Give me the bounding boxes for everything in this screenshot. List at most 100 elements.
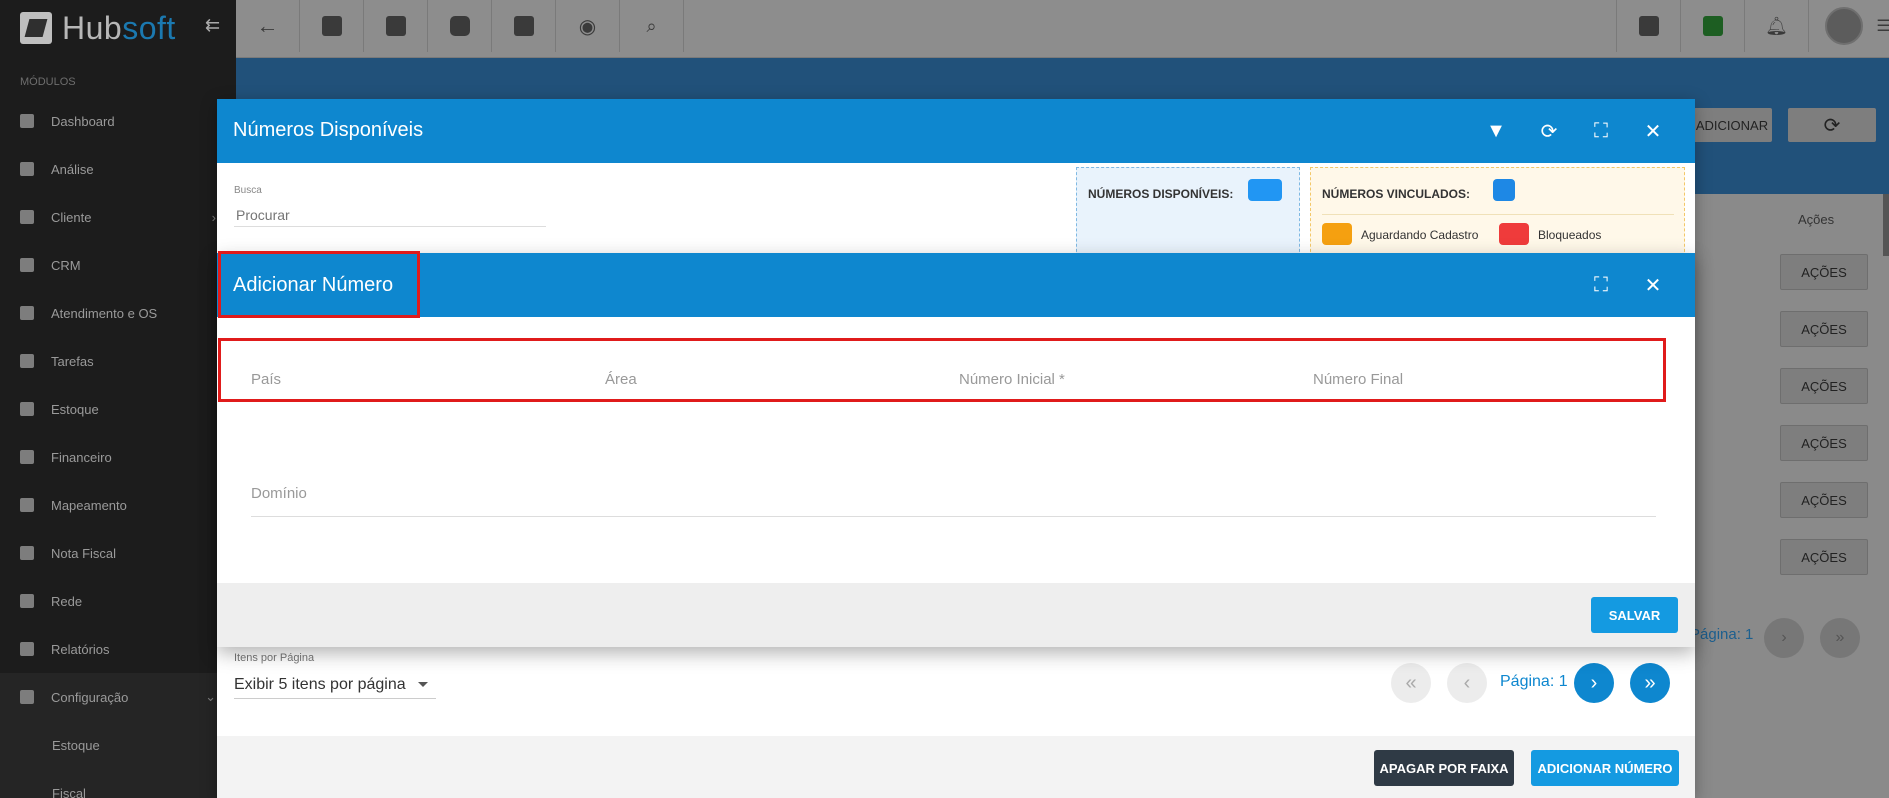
chevron-right-icon: ›: [1590, 671, 1598, 694]
inner-modal-title: Adicionar Número: [233, 274, 394, 296]
bg-acoes-button[interactable]: AÇÕES: [1780, 311, 1868, 347]
filter-icon[interactable]: ▼: [1482, 117, 1510, 145]
next-page-button[interactable]: ›: [1574, 663, 1614, 703]
bg-acoes-button[interactable]: AÇÕES: [1780, 254, 1868, 290]
gear-icon: [20, 690, 34, 704]
sidebar-item-financeiro[interactable]: Financeiro: [0, 433, 236, 481]
sidebar-item-tarefas[interactable]: Tarefas: [0, 337, 236, 385]
map-pin-icon: [20, 498, 34, 512]
bloqueado-color-chip: [1499, 223, 1529, 245]
fullscreen-icon[interactable]: ⛶: [1587, 271, 1615, 299]
menu-button[interactable]: ☰: [1876, 0, 1889, 52]
chat-button[interactable]: [1680, 0, 1744, 52]
search-icon: ⌕: [646, 15, 657, 36]
prev-page-button[interactable]: ‹: [1447, 663, 1487, 703]
first-page-button[interactable]: «: [1391, 663, 1431, 703]
avatar: [1824, 7, 1863, 45]
busca-label: Busca: [234, 185, 262, 196]
hubsoft-logo[interactable]: Hubsoft: [20, 9, 176, 47]
sidebar-item-configuracao[interactable]: Configuração ⌄: [0, 673, 236, 721]
sidebar-item-rede[interactable]: Rede: [0, 577, 236, 625]
pais-field[interactable]: País: [251, 371, 281, 388]
page-scrollbar[interactable]: [1883, 194, 1889, 256]
calendar-clock-icon: [385, 16, 406, 36]
chevron-right-icon: ›: [1781, 629, 1787, 646]
pdf-button[interactable]: [1616, 0, 1680, 52]
area-field[interactable]: Área: [605, 371, 637, 388]
finance-button[interactable]: [428, 0, 492, 52]
inner-modal-header: Adicionar Número ⛶ ✕: [217, 251, 1695, 318]
sidebar-item-estoque[interactable]: Estoque: [0, 385, 236, 433]
sidebar-item-relatorios[interactable]: Relatórios: [0, 625, 236, 673]
bg-acoes-button[interactable]: AÇÕES: [1780, 368, 1868, 404]
refresh-icon: ⟳: [1823, 114, 1841, 137]
numero-final-field[interactable]: Número Final: [1313, 371, 1403, 388]
top-toolbar: ← ◉ ⌕ 🔔︎ ☰: [236, 0, 1889, 58]
double-chevron-right-icon: »: [1835, 629, 1845, 646]
legend-bloqueados-label: Bloqueados: [1538, 228, 1602, 242]
vinculado-color-chip: [1493, 179, 1515, 201]
bg-next-page-button[interactable]: ›: [1764, 618, 1804, 658]
legend-disponiveis: NÚMEROS DISPONÍVEIS:: [1076, 167, 1300, 257]
inner-modal-footer: [217, 583, 1695, 647]
numero-inicial-field[interactable]: Número Inicial *: [959, 371, 1065, 388]
chevron-left-icon: ‹: [1463, 671, 1471, 694]
itens-por-pagina-select[interactable]: Exibir 5 itens por página: [234, 671, 436, 699]
money-icon: [20, 450, 34, 464]
close-icon[interactable]: ✕: [1639, 271, 1667, 299]
close-icon[interactable]: ✕: [1639, 117, 1667, 145]
legend-disponiveis-label: NÚMEROS DISPONÍVEIS:: [1088, 187, 1234, 201]
contacts-button[interactable]: [300, 0, 364, 52]
refresh-icon[interactable]: ⟳: [1535, 117, 1563, 145]
collapse-sidebar-icon[interactable]: ⇇: [205, 15, 220, 36]
sidebar: Hubsoft ⇇ MÓDULOS Dashboard Análise Clie…: [0, 0, 236, 798]
search-button[interactable]: ⌕: [620, 0, 684, 52]
sidebar-subitem-estoque[interactable]: Estoque: [0, 721, 236, 769]
itens-por-pagina-label: Itens por Página: [234, 652, 315, 664]
back-button[interactable]: ←: [236, 0, 300, 52]
sidebar-item-analise[interactable]: Análise: [0, 145, 236, 193]
menu-icon: ☰: [1876, 18, 1889, 35]
bg-acoes-button[interactable]: AÇÕES: [1780, 539, 1868, 575]
sidebar-item-atendimento[interactable]: Atendimento e OS: [0, 289, 236, 337]
salvar-button[interactable]: SALVAR: [1591, 597, 1678, 633]
terminal-button[interactable]: [492, 0, 556, 52]
document-icon: [20, 546, 34, 560]
last-page-button[interactable]: »: [1630, 663, 1670, 703]
dominio-field[interactable]: Domínio: [251, 485, 307, 502]
divider: [1322, 214, 1674, 215]
eye-icon: ◉: [578, 15, 597, 38]
double-chevron-left-icon: «: [1405, 671, 1417, 694]
sidebar-subitem-fiscal[interactable]: Fiscal: [0, 769, 236, 798]
hubsoft-logo-mark: [20, 12, 52, 44]
view-button[interactable]: ◉: [556, 0, 620, 52]
adicionar-numero-button[interactable]: ADICIONAR NÚMERO: [1531, 750, 1679, 786]
bg-page-indicator: Página: 1: [1690, 626, 1754, 643]
sidebar-item-cliente[interactable]: Cliente ›: [0, 193, 236, 241]
apagar-por-faixa-button[interactable]: APAGAR POR FAIXA: [1374, 750, 1514, 786]
logo-text: Hubsoft: [62, 9, 176, 46]
user-menu[interactable]: [1808, 0, 1878, 52]
search-input[interactable]: [234, 203, 546, 227]
pdf-icon: [1638, 16, 1659, 36]
calendar-button[interactable]: [364, 0, 428, 52]
bell-icon: 🔔︎: [1765, 15, 1788, 36]
bg-acoes-button[interactable]: AÇÕES: [1780, 425, 1868, 461]
sidebar-item-nota-fiscal[interactable]: Nota Fiscal: [0, 529, 236, 577]
back-arrow-icon: ←: [256, 13, 279, 38]
bg-acoes-button[interactable]: AÇÕES: [1780, 482, 1868, 518]
contact-card-icon: [321, 16, 342, 36]
sidebar-item-mapeamento[interactable]: Mapeamento: [0, 481, 236, 529]
bg-refresh-button[interactable]: ⟳: [1788, 108, 1876, 142]
terminal-icon: [513, 16, 534, 36]
sidebar-item-crm[interactable]: CRM: [0, 241, 236, 289]
adicionar-numero-modal: Adicionar Número ⛶ ✕ País Área Número In…: [217, 251, 1695, 647]
fullscreen-icon[interactable]: ⛶: [1587, 117, 1615, 145]
calendar-clock-icon: [20, 306, 34, 320]
chat-check-icon: [1702, 16, 1723, 36]
bg-last-page-button[interactable]: »: [1820, 618, 1860, 658]
notifications-button[interactable]: 🔔︎: [1744, 0, 1808, 52]
report-icon: [20, 642, 34, 656]
sidebar-item-dashboard[interactable]: Dashboard: [0, 97, 236, 145]
bg-adicionar-button[interactable]: ADICIONAR: [1692, 108, 1772, 142]
